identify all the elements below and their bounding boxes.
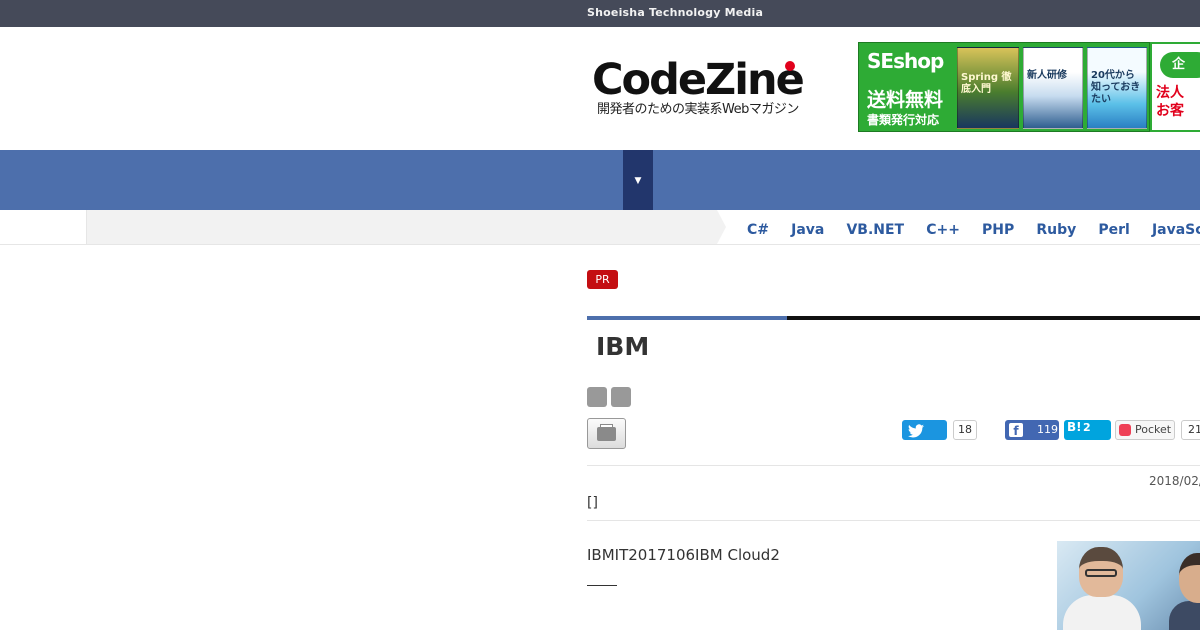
tag-chip[interactable] — [611, 387, 631, 407]
title-rule — [787, 316, 1200, 320]
hatena-count: 2 — [1083, 421, 1091, 434]
pr-badge: PR — [587, 270, 618, 289]
network-topbar: Shoeisha Technology Media — [0, 0, 1200, 27]
pocket-label: Pocket — [1135, 423, 1172, 436]
lang-link-csharp[interactable]: C# — [747, 222, 769, 238]
book-title: 新人研修 — [1027, 70, 1067, 81]
pocket-count: 21 — [1181, 420, 1200, 440]
site-header: CodeZine 開発者のための実装系Webマガジン SEshop 送料無料 書… — [0, 27, 1200, 150]
logo-tagline: 開発者のための実装系Webマガジン — [597, 102, 799, 117]
lang-link-php[interactable]: PHP — [982, 222, 1014, 238]
langbar-breadcrumb-area — [87, 210, 717, 244]
article-lead: IBMIT2017106IBM Cloud2 — [587, 546, 780, 564]
hatena-icon: B! — [1067, 420, 1082, 434]
site-logo[interactable]: CodeZine 開発者のための実装系Webマガジン — [592, 55, 817, 117]
banner-shop-name: SEshop — [867, 49, 944, 73]
lang-link-perl[interactable]: Perl — [1098, 222, 1129, 238]
lang-link-java[interactable]: Java — [791, 222, 824, 238]
publish-date: 2018/02/ — [1149, 474, 1200, 488]
language-links: C# Java VB.NET C++ PHP Ruby Perl JavaScr… — [747, 219, 1200, 238]
pocket-button[interactable]: Pocket — [1115, 420, 1175, 440]
banner-book-cover: 新人研修 — [1023, 47, 1083, 129]
lead-divider — [587, 520, 1200, 521]
banner-free-shipping: 送料無料 — [867, 89, 944, 111]
tag-chip[interactable] — [587, 387, 607, 407]
book-title: Spring 徹底入門 — [961, 72, 1012, 95]
tweet-count: 18 — [953, 420, 977, 440]
banner-corp-text: 法人 お客 — [1156, 85, 1184, 119]
author-credit: [] — [587, 495, 598, 511]
title-rule-accent — [587, 316, 787, 320]
pocket-icon — [1119, 424, 1131, 436]
main-navbar: ▼ — [0, 150, 1200, 210]
network-label[interactable]: Shoeisha Technology Media — [587, 6, 763, 19]
logo-dot — [785, 61, 795, 71]
seshop-ad-banner[interactable]: SEshop 送料無料 書類発行対応 Spring 徹底入門 新人研修 20代か… — [858, 42, 1200, 132]
facebook-count: 119 — [1037, 423, 1058, 436]
lang-link-ruby[interactable]: Ruby — [1036, 222, 1076, 238]
lang-link-vbnet[interactable]: VB.NET — [846, 222, 904, 238]
hatena-bookmark-button[interactable]: B! 2 — [1064, 420, 1111, 440]
twitter-bird-icon — [908, 423, 924, 442]
chevron-down-icon: ▼ — [634, 176, 642, 186]
banner-green-panel: SEshop 送料無料 書類発行対応 Spring 徹底入門 新人研修 20代か… — [858, 42, 1150, 132]
print-button[interactable] — [587, 418, 626, 449]
lead-underline — [587, 585, 617, 586]
facebook-icon: f — [1009, 423, 1023, 438]
book-title: 20代から 知っておきたい — [1091, 70, 1141, 105]
meta-divider — [587, 465, 1200, 466]
banner-book-cover: Spring 徹底入門 — [957, 47, 1019, 129]
banner-invoice: 書類発行対応 — [867, 113, 940, 127]
article-title: IBM — [596, 332, 650, 361]
banner-book-cover: 20代から 知っておきたい — [1087, 47, 1147, 129]
language-nav: C# Java VB.NET C++ PHP Ruby Perl JavaScr… — [0, 210, 1200, 245]
lang-link-cpp[interactable]: C++ — [926, 222, 960, 238]
tweet-button[interactable] — [902, 420, 947, 440]
banner-corp-pill: 企 — [1160, 52, 1200, 78]
article-photo — [1057, 541, 1200, 630]
nav-dropdown-toggle[interactable]: ▼ — [623, 150, 653, 210]
facebook-share-button[interactable]: f 119 — [1005, 420, 1059, 440]
lang-link-javascript[interactable]: JavaScri — [1152, 222, 1200, 238]
banner-corporate-panel: 企 法人 お客 — [1150, 42, 1200, 132]
langbar-arrow — [717, 210, 726, 244]
